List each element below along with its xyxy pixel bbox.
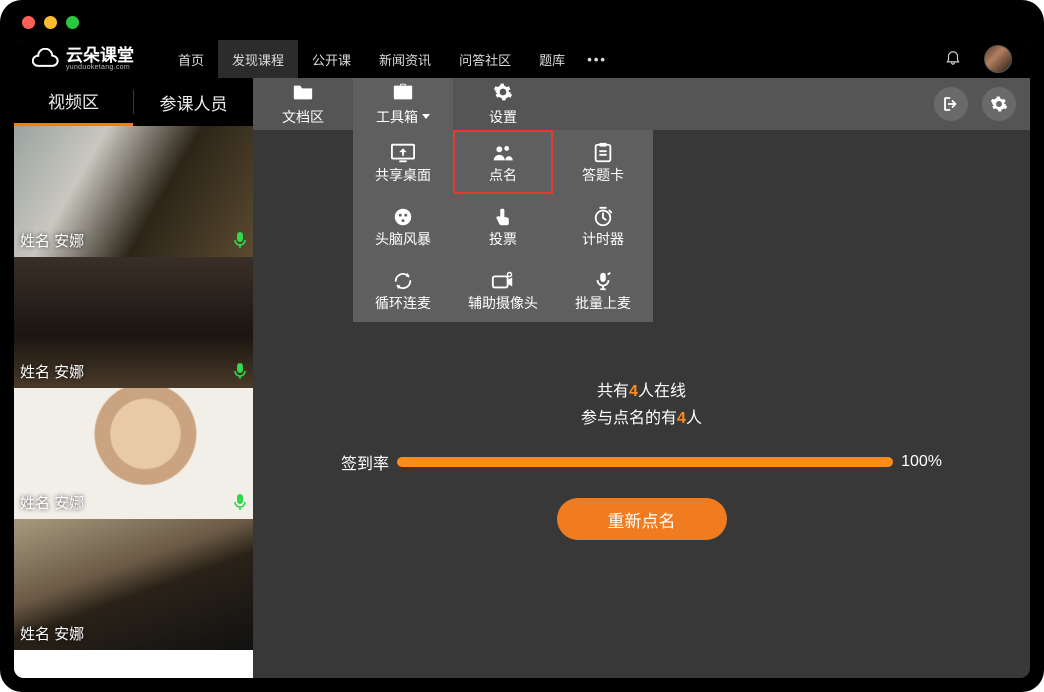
tab-doc-area[interactable]: 文档区 <box>253 78 353 130</box>
avatar[interactable] <box>984 45 1012 73</box>
tool-cycle-mic[interactable]: 循环连麦 <box>353 258 453 322</box>
tab-toolbox[interactable]: 工具箱 <box>353 78 453 130</box>
brand-name: 云朵课堂 <box>66 47 134 64</box>
blank-tile <box>14 650 253 678</box>
participant-name: 姓名 安娜 <box>20 230 84 251</box>
brand-sub: yunduoketang.com <box>66 64 134 71</box>
tool-aux-camera[interactable]: 辅助摄像头 <box>453 258 553 322</box>
toolbar-tabs: 文档区 工具箱 设置 <box>253 78 553 130</box>
nav-home[interactable]: 首页 <box>164 40 218 78</box>
tool-brainstorm[interactable]: 头脑风暴 <box>353 194 453 258</box>
maximize-window-button[interactable] <box>66 16 79 29</box>
participant-name: 姓名 安娜 <box>20 492 84 513</box>
top-nav: 云朵课堂 yunduoketang.com 首页 发现课程 公开课 新闻资讯 问… <box>14 40 1030 78</box>
gear-icon <box>492 82 514 105</box>
nav-question-bank[interactable]: 题库 <box>525 40 579 78</box>
toolbox-dropdown: 共享桌面 点名 答题卡 头脑风暴 <box>353 130 653 322</box>
participant-name: 姓名 安娜 <box>20 623 84 644</box>
rate-label: 签到率 <box>341 450 389 474</box>
video-list: 姓名 安娜 姓名 安娜 姓名 安娜 姓名 <box>14 126 253 678</box>
folder-icon <box>292 82 314 105</box>
attendance-rate-row: 签到率 100% <box>341 450 942 474</box>
mic-on-icon <box>233 493 247 511</box>
nav-right <box>944 45 1012 73</box>
tool-timer[interactable]: 计时器 <box>553 194 653 258</box>
mic-on-icon <box>233 362 247 380</box>
main-area: 文档区 工具箱 设置 <box>253 78 1030 678</box>
bell-icon[interactable] <box>944 48 962 71</box>
re-rollcall-button[interactable]: 重新点名 <box>557 498 727 540</box>
window-traffic-lights <box>22 16 79 29</box>
participant-name: 姓名 安娜 <box>20 361 84 382</box>
attendance-panel: 共有4人在线 参与点名的有4人 签到率 100% 重新点名 <box>253 378 1030 540</box>
mic-on-icon <box>233 231 247 249</box>
nav-items: 首页 发现课程 公开课 新闻资讯 问答社区 题库 ••• <box>164 40 615 78</box>
video-tile[interactable]: 姓名 安娜 <box>14 388 253 519</box>
minimize-window-button[interactable] <box>44 16 57 29</box>
tool-batch-mic[interactable]: 批量上麦 <box>553 258 653 322</box>
app-window: 云朵课堂 yunduoketang.com 首页 发现课程 公开课 新闻资讯 问… <box>0 0 1044 692</box>
tool-share-desktop[interactable]: 共享桌面 <box>353 130 453 194</box>
nav-news[interactable]: 新闻资讯 <box>365 40 445 78</box>
briefcase-icon <box>392 82 414 105</box>
tool-answer-card[interactable]: 答题卡 <box>553 130 653 194</box>
left-column: 视频区 参课人员 姓名 安娜 姓名 安娜 <box>14 78 253 678</box>
nav-more[interactable]: ••• <box>579 40 615 78</box>
nav-discover[interactable]: 发现课程 <box>218 40 298 78</box>
close-window-button[interactable] <box>22 16 35 29</box>
viewport: 云朵课堂 yunduoketang.com 首页 发现课程 公开课 新闻资讯 问… <box>14 40 1030 678</box>
rate-percent: 100% <box>901 453 942 471</box>
tab-participants[interactable]: 参课人员 <box>134 78 253 126</box>
video-tile[interactable]: 姓名 安娜 <box>14 519 253 650</box>
brand-logo[interactable]: 云朵课堂 yunduoketang.com <box>32 47 134 71</box>
nav-open-class[interactable]: 公开课 <box>298 40 365 78</box>
toolbar-right <box>934 78 1030 130</box>
video-tile[interactable]: 姓名 安娜 <box>14 126 253 257</box>
chevron-down-icon <box>422 114 430 119</box>
tab-settings[interactable]: 设置 <box>453 78 553 130</box>
body: 视频区 参课人员 姓名 安娜 姓名 安娜 <box>14 78 1030 678</box>
nav-qa[interactable]: 问答社区 <box>445 40 525 78</box>
main-toolbar: 文档区 工具箱 设置 <box>253 78 1030 130</box>
exit-button[interactable] <box>934 87 968 121</box>
video-tile[interactable]: 姓名 安娜 <box>14 257 253 388</box>
left-tabs: 视频区 参课人员 <box>14 78 253 126</box>
attendance-summary: 共有4人在线 参与点名的有4人 <box>293 378 990 432</box>
rate-bar <box>397 457 893 467</box>
tab-video-area[interactable]: 视频区 <box>14 78 133 126</box>
tool-rollcall[interactable]: 点名 <box>453 130 553 194</box>
tool-vote[interactable]: 投票 <box>453 194 553 258</box>
settings-button[interactable] <box>982 87 1016 121</box>
cloud-icon <box>32 48 60 70</box>
